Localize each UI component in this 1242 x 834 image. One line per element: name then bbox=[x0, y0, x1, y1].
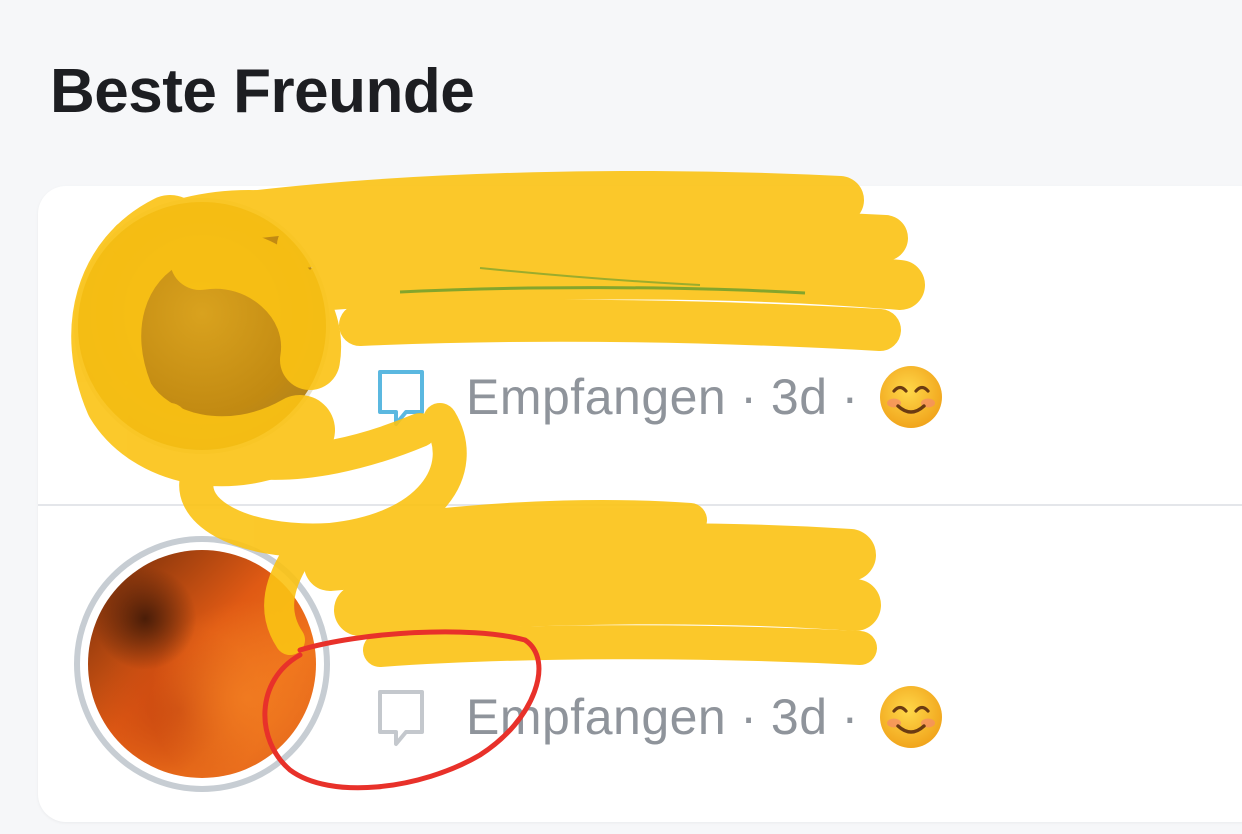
status-label: Empfangen bbox=[466, 369, 727, 425]
status-label: Empfangen bbox=[466, 689, 727, 745]
best-friends-list: Empfangen · 3d · Empfangen · 3d · bbox=[38, 186, 1242, 822]
section-title: Beste Freunde bbox=[50, 57, 475, 126]
friend-row[interactable]: Empfangen · 3d · bbox=[38, 506, 1242, 822]
friend-status-line: Empfangen · 3d · bbox=[372, 362, 944, 432]
friend-status-line: Empfangen · 3d · bbox=[372, 682, 944, 752]
friend-row[interactable]: Empfangen · 3d · bbox=[38, 186, 1242, 504]
best-friends-screen: Beste Freunde Empfangen · 3d · Empfangen… bbox=[0, 0, 1242, 834]
chat-bubble-outline-icon bbox=[372, 685, 430, 749]
time-ago: 3d bbox=[770, 369, 828, 425]
separator: · bbox=[740, 369, 757, 425]
avatar[interactable] bbox=[74, 198, 330, 454]
avatar[interactable] bbox=[74, 536, 330, 792]
separator: · bbox=[740, 689, 757, 745]
time-ago: 3d bbox=[770, 689, 828, 745]
smiling-face-emoji-icon bbox=[878, 364, 944, 430]
separator: · bbox=[841, 369, 859, 425]
avatar-photo bbox=[88, 550, 316, 778]
smiling-face-emoji-icon bbox=[878, 684, 944, 750]
chat-bubble-outline-icon bbox=[372, 365, 430, 429]
separator: · bbox=[841, 689, 859, 745]
